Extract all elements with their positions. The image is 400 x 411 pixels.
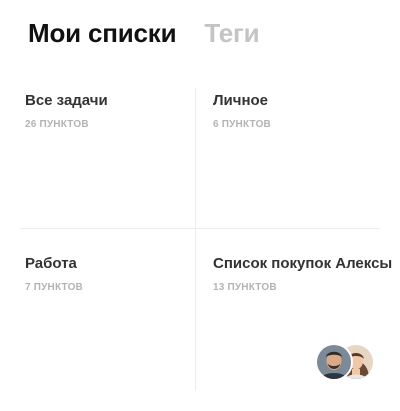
list-title: Список покупок Алексы [213,255,393,272]
tab-bar: Мои списки Теги [28,18,260,58]
list-title: Все задачи [25,92,108,109]
list-item-count: 13 ПУНКТОВ [213,282,277,293]
grid-divider-vertical [195,88,196,391]
shared-members-avatars[interactable] [315,343,375,381]
avatar-man [315,343,353,381]
list-item-count: 6 ПУНКТОВ [213,119,271,130]
grid-divider-horizontal [20,228,380,229]
list-card-work[interactable]: Работа 7 ПУНКТОВ [25,255,83,293]
list-card-all-tasks[interactable]: Все задачи 26 ПУНКТОВ [25,92,108,130]
tab-my-lists[interactable]: Мои списки [28,18,177,49]
list-item-count: 26 ПУНКТОВ [25,119,89,130]
list-card-alexa-shopping[interactable]: Список покупок Алексы 13 ПУНКТОВ [213,255,392,293]
list-card-personal[interactable]: Личное 6 ПУНКТОВ [213,92,271,130]
tab-tags[interactable]: Теги [204,18,259,49]
list-item-count: 7 ПУНКТОВ [25,282,83,293]
list-title: Личное [213,92,269,109]
list-title: Работа [25,255,77,272]
